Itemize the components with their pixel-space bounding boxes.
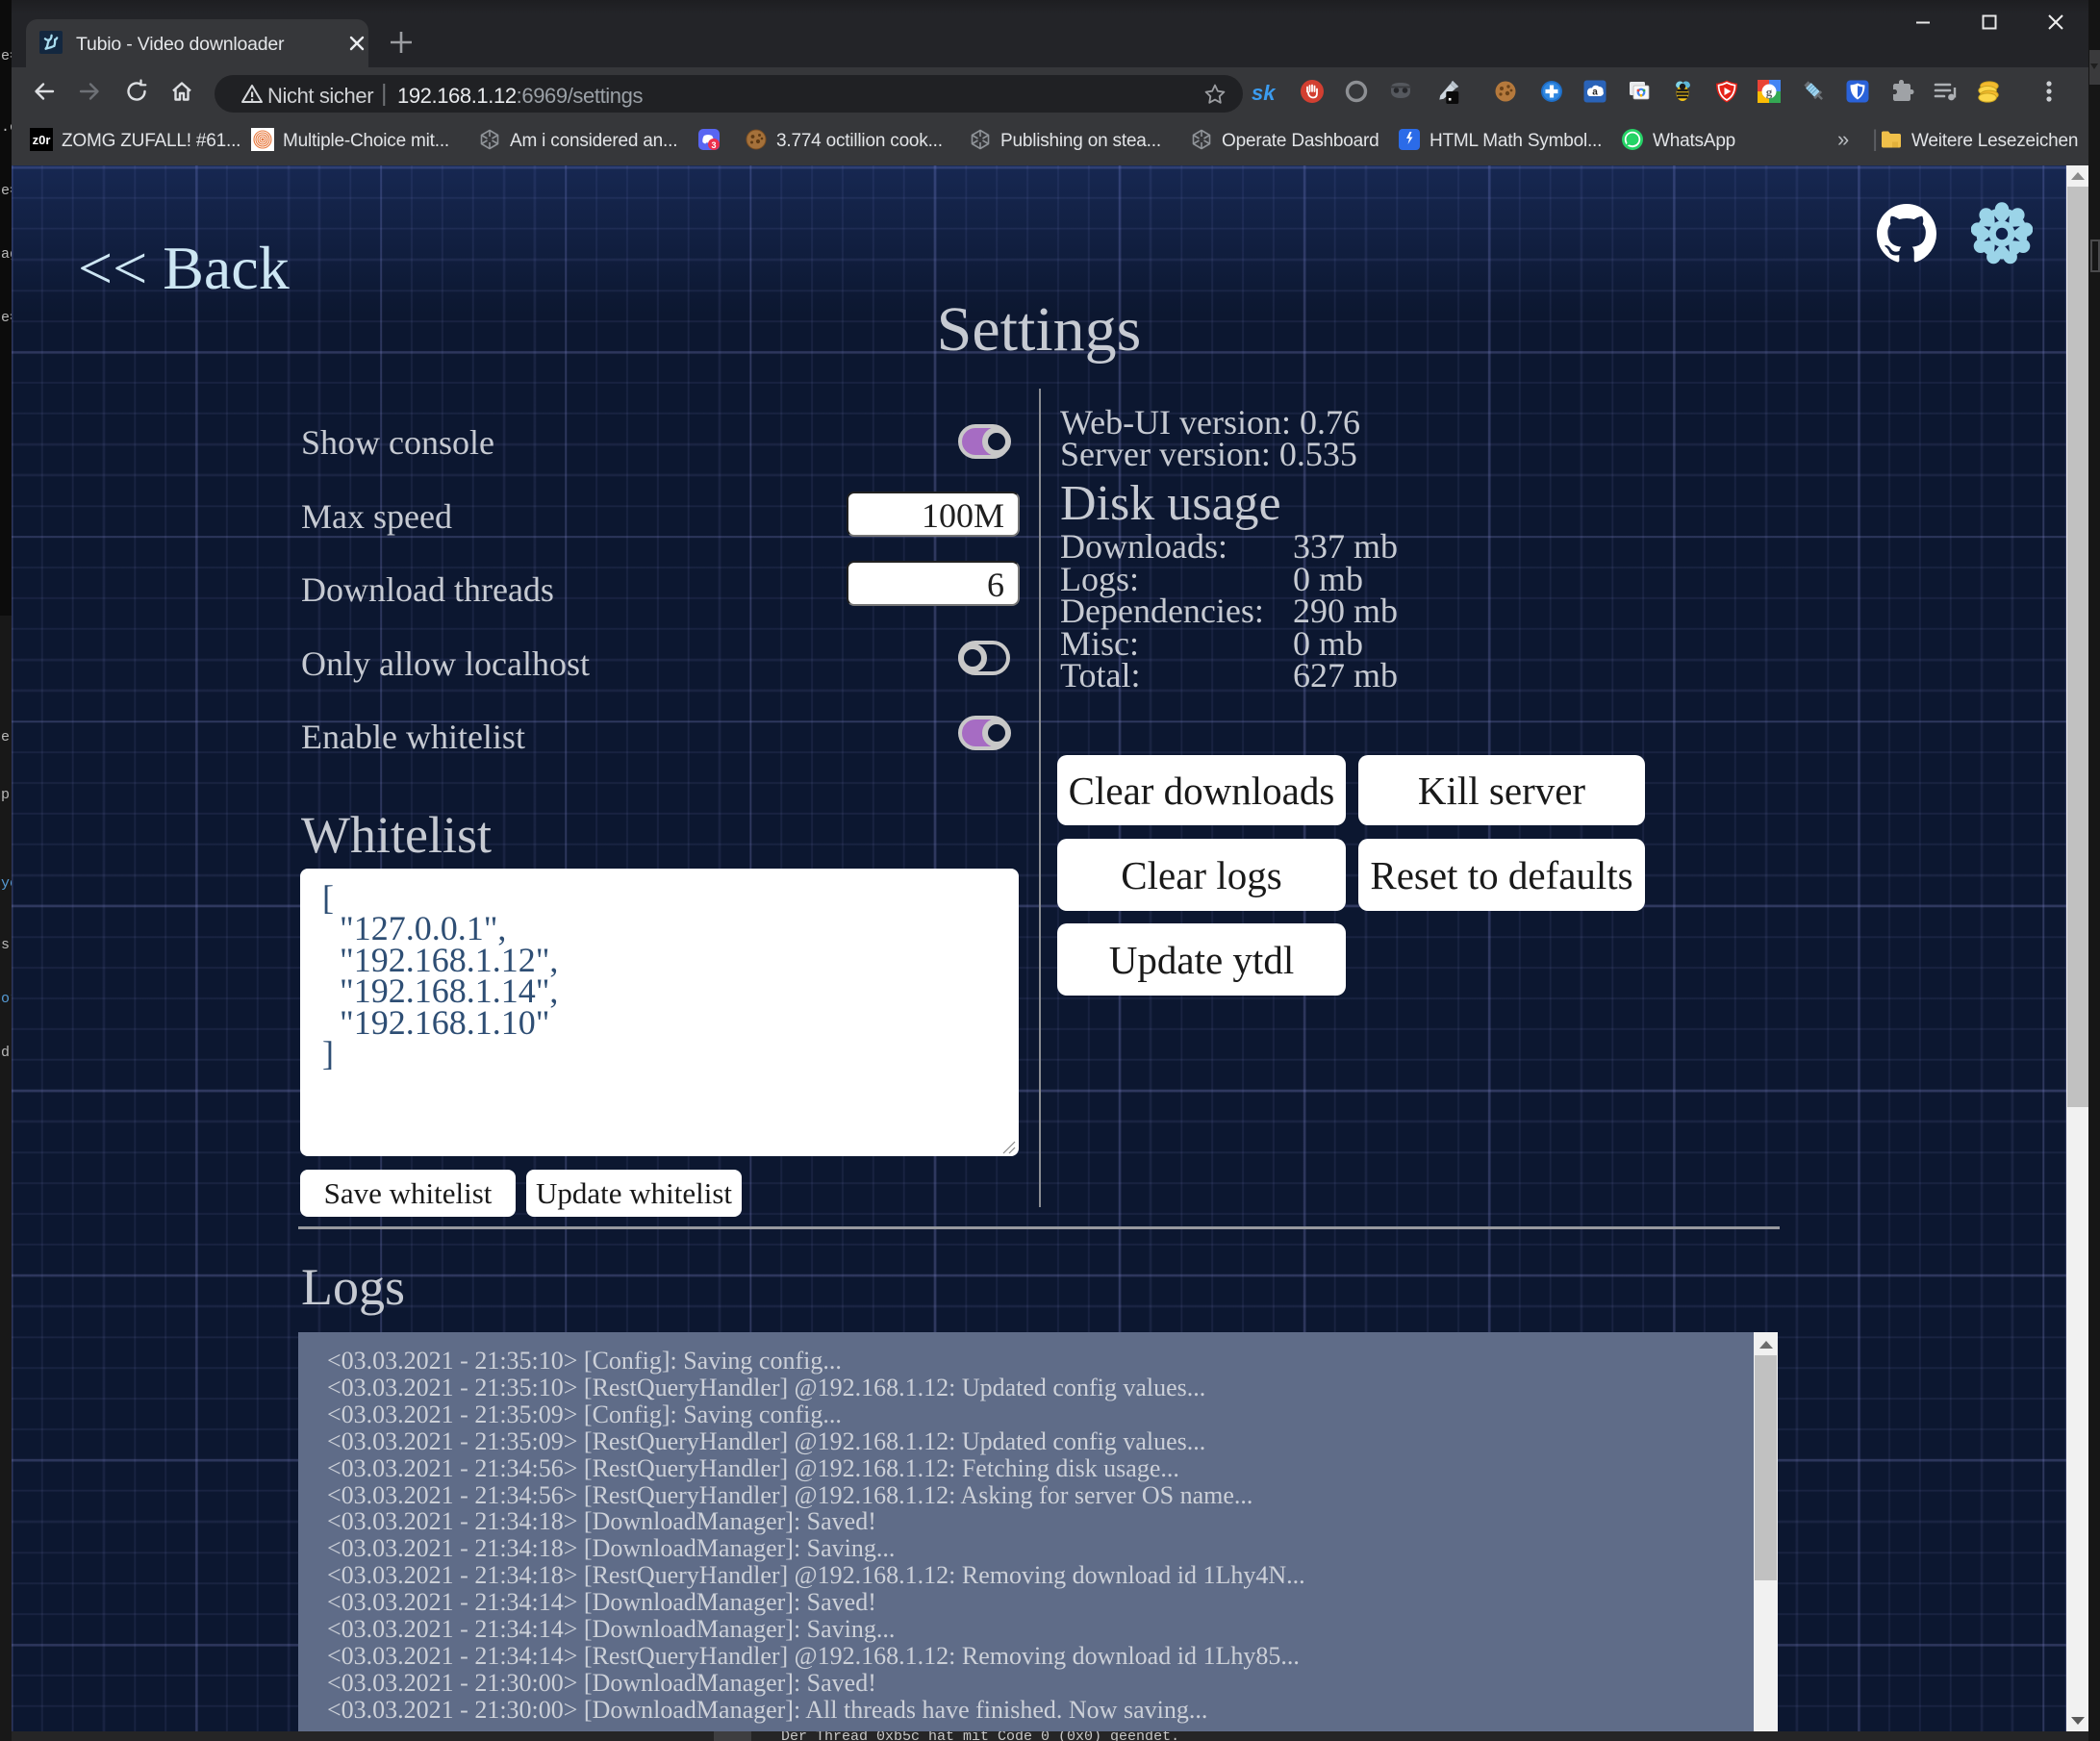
svg-text:z0r: z0r <box>33 133 51 147</box>
svg-text:3: 3 <box>711 140 716 150</box>
svg-text:g: g <box>1766 85 1773 99</box>
svg-text:a: a <box>1592 88 1598 98</box>
